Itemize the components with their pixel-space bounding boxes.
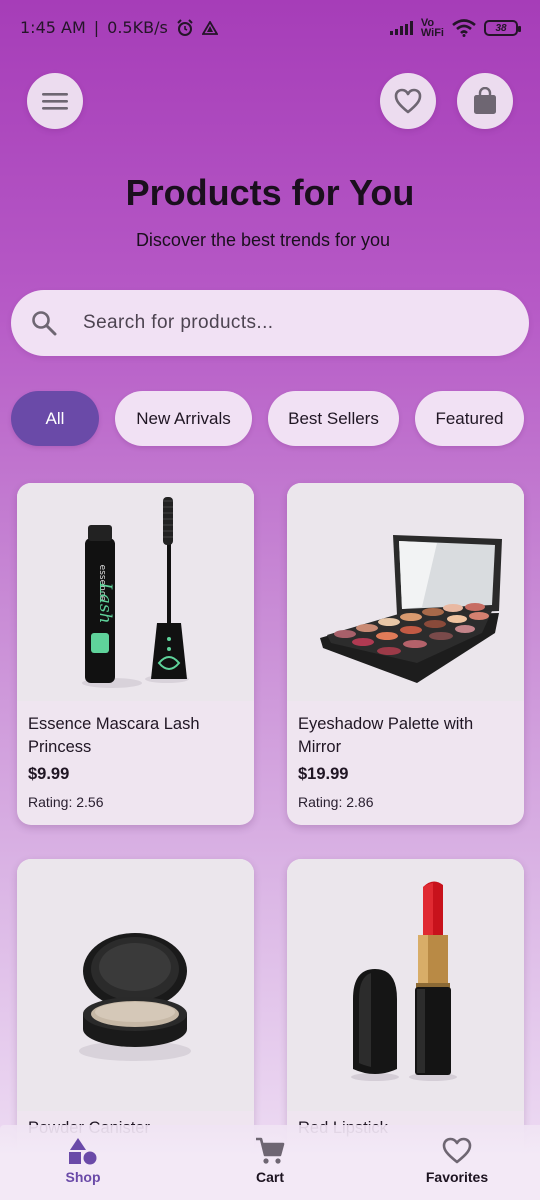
product-image-powder-canister <box>17 859 254 1111</box>
shopping-bag-icon <box>474 87 496 114</box>
nav-item-favorites[interactable]: Favorites <box>402 1137 512 1200</box>
battery-icon: 38 <box>484 20 521 36</box>
product-rating: Rating: 2.56 <box>28 794 104 810</box>
product-image-red-lipstick <box>287 859 524 1111</box>
product-card[interactable]: Powder Canister <box>17 859 254 1159</box>
product-rating: Rating: 2.86 <box>298 794 374 810</box>
status-right: Vo WiFi 38 <box>389 17 521 39</box>
heart-icon <box>442 1137 472 1164</box>
product-name: Essence Mascara Lash Princess <box>28 715 200 756</box>
product-card[interactable]: Eyeshadow Palette with Mirror $19.99 Rat… <box>287 483 524 825</box>
search-icon <box>32 311 57 336</box>
triangle-icon <box>201 20 218 35</box>
product-price: $19.99 <box>298 765 349 783</box>
product-card[interactable]: essence Lash Essence Mascara Lash Prince… <box>17 483 254 825</box>
search-input[interactable] <box>83 312 483 334</box>
page-title: Products for You <box>125 172 415 213</box>
svg-text:Lash: Lash <box>95 581 115 623</box>
hamburger-icon <box>42 93 68 110</box>
nav-label-cart: Cart <box>255 1169 284 1185</box>
status-time: 1:45 AM <box>20 18 86 37</box>
menu-button[interactable] <box>27 73 83 129</box>
product-image-eyeshadow-palette <box>287 483 524 701</box>
shapes-icon <box>69 1138 97 1165</box>
status-left: 1:45 AM | 0.5KB/s <box>20 18 218 37</box>
status-speed: 0.5KB/s <box>107 18 168 37</box>
product-image-mascara: essence Lash <box>17 483 254 701</box>
nav-item-shop[interactable]: Shop <box>28 1137 138 1200</box>
page-subtitle: Discover the best trends for you <box>135 230 391 250</box>
search-bar[interactable] <box>11 290 529 356</box>
nav-label-favorites: Favorites <box>425 1169 489 1185</box>
nav-item-cart[interactable]: Cart <box>215 1137 325 1200</box>
alarm-icon <box>177 18 193 36</box>
product-card[interactable]: Red Lipstick <box>287 859 524 1159</box>
filter-chip-featured[interactable]: Featured <box>415 391 524 446</box>
product-name: Eyeshadow Palette with Mirror <box>298 715 474 756</box>
heart-outline-icon <box>394 88 422 114</box>
status-bar: 1:45 AM | 0.5KB/s Vo WiFi 38 <box>0 0 540 62</box>
shopping-bag-button[interactable] <box>457 73 513 129</box>
bottom-navigation: Shop Cart Favorites <box>0 1125 540 1200</box>
filter-chip-best-sellers[interactable]: Best Sellers <box>268 391 399 446</box>
nav-label-shop: Shop <box>65 1169 101 1185</box>
volte-wifi-label: Vo WiFi <box>420 17 444 39</box>
favorites-button[interactable] <box>380 73 436 129</box>
product-price: $9.99 <box>28 765 70 783</box>
wifi-icon <box>452 19 476 37</box>
filter-chip-new-arrivals[interactable]: New Arrivals <box>115 391 252 446</box>
filter-chip-all[interactable]: All <box>11 391 99 446</box>
signal-icon <box>389 21 413 35</box>
cart-icon <box>256 1137 285 1164</box>
